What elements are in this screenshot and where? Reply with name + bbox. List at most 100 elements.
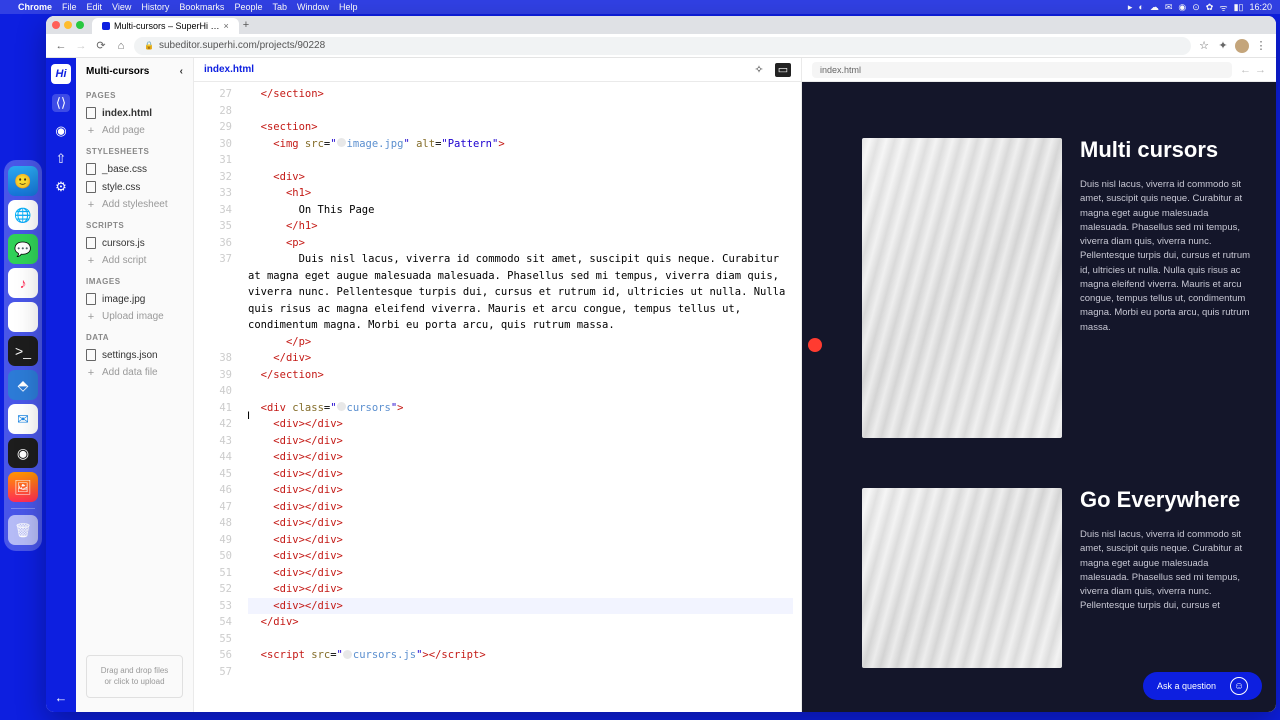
preview-back-icon[interactable]: ← bbox=[1240, 64, 1251, 76]
nav-home-icon[interactable]: ⌂ bbox=[114, 39, 128, 53]
profile-avatar[interactable] bbox=[1235, 39, 1249, 53]
menu-help[interactable]: Help bbox=[339, 2, 358, 12]
wifi-icon[interactable]: ᯤ bbox=[1219, 1, 1227, 14]
status-icon[interactable]: ☁ bbox=[1150, 2, 1159, 13]
file-sidebar: Multi-cursors ‹ PAGES index.html +Add pa… bbox=[76, 58, 194, 712]
rail-settings-icon[interactable]: ⚙ bbox=[52, 178, 70, 196]
url-bar[interactable]: 🔒 subeditor.superhi.com/projects/90228 bbox=[134, 37, 1191, 55]
status-icon[interactable]: ◉ bbox=[1178, 2, 1186, 13]
preview-iframe[interactable]: Multi cursors Duis nisl lacus, viverra i… bbox=[802, 82, 1276, 712]
help-chat-button[interactable]: Ask a question ☺ bbox=[1143, 672, 1262, 700]
nav-forward-icon[interactable]: → bbox=[74, 39, 88, 53]
preview-image bbox=[862, 488, 1062, 668]
file-dropzone[interactable]: Drag and drop files or click to upload bbox=[86, 655, 183, 698]
collapse-sidebar-icon[interactable]: ‹ bbox=[180, 66, 183, 77]
window-close[interactable] bbox=[52, 21, 60, 29]
plus-icon: + bbox=[86, 368, 96, 378]
preview-heading: Multi cursors bbox=[1080, 138, 1256, 162]
status-icon[interactable]: ◐ bbox=[1138, 2, 1143, 12]
sidebar-item-stylecss[interactable]: style.css bbox=[76, 178, 193, 196]
rail-back-icon[interactable]: ← bbox=[52, 688, 70, 706]
macos-dock: 🙂 🌐 💬 ♪ ✱ >_ ⬘ ✉ ◉ 🖼 🗑 bbox=[4, 160, 42, 551]
preview-url-bar[interactable]: index.html bbox=[812, 62, 1232, 78]
browser-tab[interactable]: Multi-cursors – SuperHi … × bbox=[92, 18, 239, 34]
rail-code-icon[interactable]: ⟨⟩ bbox=[52, 94, 70, 112]
add-page-button[interactable]: +Add page bbox=[76, 122, 193, 139]
code-content[interactable]: </section> <section> <img src="image.jpg… bbox=[240, 82, 801, 712]
add-script-button[interactable]: +Add script bbox=[76, 252, 193, 269]
file-icon bbox=[86, 163, 96, 175]
project-name: Multi-cursors bbox=[86, 66, 149, 77]
magic-wand-icon[interactable]: ✧ bbox=[751, 63, 767, 77]
file-icon bbox=[86, 237, 96, 249]
menu-file[interactable]: File bbox=[62, 2, 77, 12]
nav-reload-icon[interactable]: ⟳ bbox=[94, 39, 108, 53]
new-tab-button[interactable]: + bbox=[243, 19, 249, 31]
dock-figma[interactable]: ◉ bbox=[8, 438, 38, 468]
star-icon[interactable]: ☆ bbox=[1197, 39, 1211, 53]
sidebar-item-settingsjson[interactable]: settings.json bbox=[76, 346, 193, 364]
sidebar-item-index[interactable]: index.html bbox=[76, 104, 193, 122]
text-cursor-icon: I bbox=[247, 410, 248, 424]
clock[interactable]: 16:20 bbox=[1249, 2, 1272, 12]
dock-music[interactable]: ♪ bbox=[8, 268, 38, 298]
section-pages: PAGES bbox=[76, 83, 193, 104]
code-editor[interactable]: 2728293031323334353637383940414243444546… bbox=[194, 82, 801, 712]
sidebar-item-cursorsjs[interactable]: cursors.js bbox=[76, 234, 193, 252]
menu-view[interactable]: View bbox=[112, 2, 131, 12]
sidebar-item-basecss[interactable]: _base.css bbox=[76, 160, 193, 178]
tab-close-icon[interactable]: × bbox=[224, 21, 229, 31]
dock-terminal[interactable]: >_ bbox=[8, 336, 38, 366]
status-icon[interactable]: ⊙ bbox=[1192, 2, 1200, 13]
sidebar-item-imagejpg[interactable]: image.jpg bbox=[76, 290, 193, 308]
menu-icon[interactable]: ⋮ bbox=[1254, 39, 1268, 53]
app-logo[interactable]: Hi bbox=[51, 64, 71, 84]
app-name[interactable]: Chrome bbox=[18, 2, 52, 12]
menu-history[interactable]: History bbox=[141, 2, 169, 12]
rail-share-icon[interactable]: ⇧ bbox=[52, 150, 70, 168]
dock-vscode[interactable]: ⬘ bbox=[8, 370, 38, 400]
preview-image bbox=[862, 138, 1062, 438]
editor-tab-index[interactable]: index.html bbox=[204, 64, 254, 75]
preview-forward-icon[interactable]: → bbox=[1255, 64, 1266, 76]
nav-back-icon[interactable]: ← bbox=[54, 39, 68, 53]
dock-chrome[interactable]: 🌐 bbox=[8, 200, 38, 230]
menu-edit[interactable]: Edit bbox=[87, 2, 103, 12]
rail-preview-icon[interactable]: ◉ bbox=[52, 122, 70, 140]
section-stylesheets: STYLESHEETS bbox=[76, 139, 193, 160]
macos-menubar: Chrome File Edit View History Bookmarks … bbox=[0, 0, 1280, 14]
status-icon[interactable]: ▸ bbox=[1128, 2, 1133, 13]
browser-tabstrip: Multi-cursors – SuperHi … × + bbox=[46, 16, 1276, 34]
menu-people[interactable]: People bbox=[234, 2, 262, 12]
plus-icon: + bbox=[86, 200, 96, 210]
extensions-icon[interactable]: ✦ bbox=[1216, 39, 1230, 53]
file-icon bbox=[86, 181, 96, 193]
dock-mail[interactable]: ✉ bbox=[8, 404, 38, 434]
add-data-file-button[interactable]: +Add data file bbox=[76, 364, 193, 381]
dock-finder[interactable]: 🙂 bbox=[8, 166, 38, 196]
dock-slack[interactable]: ✱ bbox=[8, 302, 38, 332]
status-icon[interactable]: ✉ bbox=[1165, 2, 1173, 13]
menu-bookmarks[interactable]: Bookmarks bbox=[179, 2, 224, 12]
lock-icon: 🔒 bbox=[144, 41, 154, 50]
battery-icon[interactable]: ▮▯ bbox=[1234, 2, 1244, 13]
dock-messages[interactable]: 💬 bbox=[8, 234, 38, 264]
upload-image-button[interactable]: +Upload image bbox=[76, 308, 193, 325]
cursor-dot bbox=[808, 338, 822, 352]
section-data: DATA bbox=[76, 325, 193, 346]
dock-preview[interactable]: 🖼 bbox=[8, 472, 38, 502]
window-minimize[interactable] bbox=[64, 21, 72, 29]
favicon-icon bbox=[102, 22, 110, 30]
window-zoom[interactable] bbox=[76, 21, 84, 29]
status-icon[interactable]: ✿ bbox=[1206, 2, 1214, 13]
layout-toggle-icon[interactable]: ▭ bbox=[775, 63, 791, 77]
url-text: subeditor.superhi.com/projects/90228 bbox=[159, 40, 325, 51]
app-rail: Hi ⟨⟩ ◉ ⇧ ⚙ ← bbox=[46, 58, 76, 712]
add-stylesheet-button[interactable]: +Add stylesheet bbox=[76, 196, 193, 213]
section-images: IMAGES bbox=[76, 269, 193, 290]
dock-trash[interactable]: 🗑 bbox=[8, 515, 38, 545]
menu-tab[interactable]: Tab bbox=[272, 2, 287, 12]
menu-window[interactable]: Window bbox=[297, 2, 329, 12]
file-icon bbox=[86, 293, 96, 305]
preview-paragraph: Duis nisl lacus, viverra id commodo sit … bbox=[1080, 178, 1256, 335]
